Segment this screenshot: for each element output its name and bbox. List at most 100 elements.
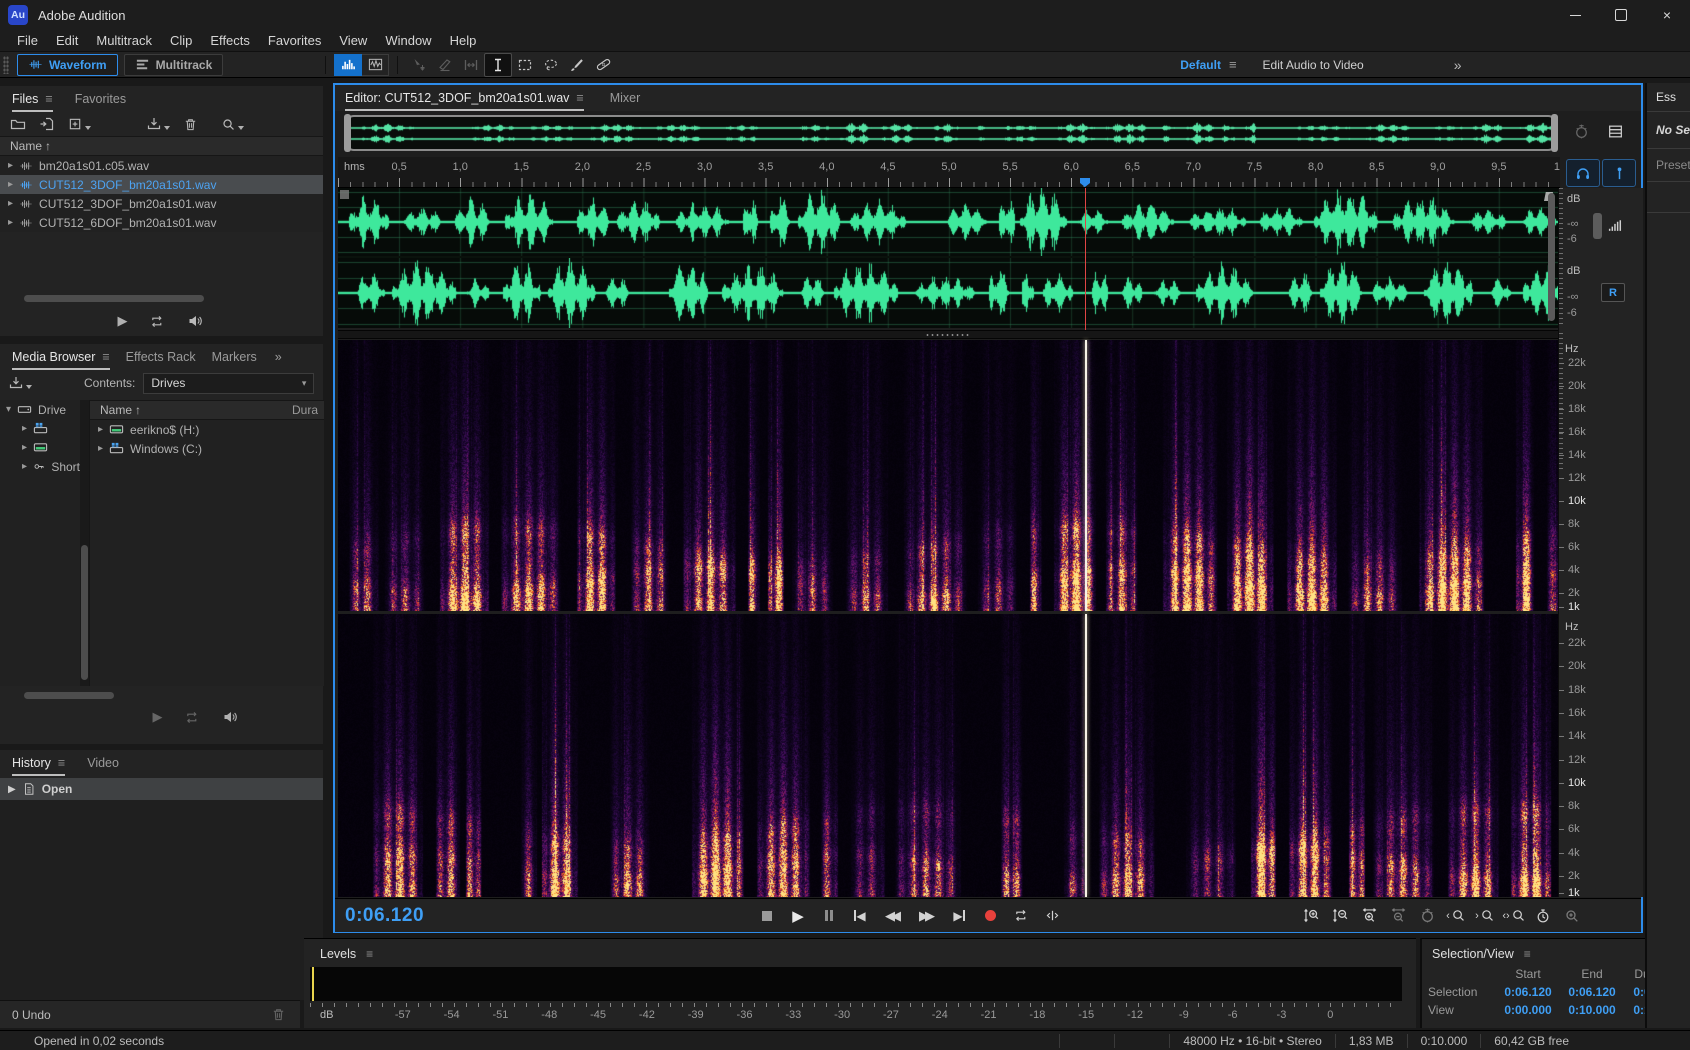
play-button[interactable]: ▶ (785, 905, 811, 927)
preview-play-button[interactable]: ▶ (153, 709, 163, 725)
time-value[interactable]: 0:06.120 (1496, 985, 1560, 999)
playhead-line-spectrogram-2[interactable] (1085, 614, 1087, 897)
pin-playhead-button[interactable] (1602, 159, 1636, 187)
menu-window[interactable]: Window (376, 32, 440, 49)
level-meter-icon[interactable] (1607, 217, 1624, 234)
spectrogram-left-channel[interactable] (338, 340, 1558, 611)
history-item[interactable]: ▶ Open (0, 778, 323, 800)
tab-essential-sound[interactable]: Ess (1647, 83, 1690, 112)
zoom-in-horizontal-button[interactable] (1356, 905, 1382, 927)
menu-file[interactable]: File (8, 32, 47, 49)
workspace-selector[interactable]: Default (1180, 58, 1221, 72)
tab-media-browser[interactable]: Media Browser≡ (12, 350, 110, 370)
zoom-in-at-in-point-button[interactable]: ‹ (1443, 905, 1469, 927)
zoom-in-at-out-point-button[interactable]: › (1472, 905, 1498, 927)
clear-history-button[interactable] (271, 1007, 286, 1022)
right-channel-badge[interactable]: R (1601, 283, 1625, 302)
tree-vscrollbar[interactable] (80, 400, 89, 686)
waveform-vscrollbar-thumb[interactable] (1548, 193, 1555, 321)
time-selection-tool[interactable] (484, 53, 512, 77)
slip-tool[interactable] (458, 54, 484, 76)
menu-multitrack[interactable]: Multitrack (87, 32, 161, 49)
tree-item[interactable]: ▸ (0, 419, 80, 438)
overview-options-icon[interactable] (1607, 123, 1624, 140)
panel-menu-icon[interactable]: ≡ (45, 92, 52, 106)
channel-fader-handle[interactable] (1593, 213, 1602, 239)
tree-item[interactable]: ▸ (0, 438, 80, 457)
tab-editor[interactable]: Editor: CUT512_3DOF_bm20a1s01.wav≡ (345, 91, 584, 111)
overview-zoom-out-icon[interactable] (1573, 123, 1590, 140)
menu-view[interactable]: View (330, 32, 376, 49)
tree-item[interactable]: ▾ Drive (0, 400, 80, 419)
tab-video[interactable]: Video (87, 756, 119, 770)
playhead-line-spectrogram-1[interactable] (1085, 340, 1087, 611)
expand-chevron-icon[interactable]: ▸ (22, 461, 27, 472)
expand-chevron-icon[interactable]: ▸ (98, 424, 103, 435)
workspace-item[interactable]: Edit Audio to Video (1263, 58, 1364, 72)
import-file-button[interactable] (39, 116, 55, 132)
workspace-menu-icon[interactable]: ≡ (1229, 57, 1237, 72)
preview-loop-button[interactable] (150, 314, 165, 329)
time-value[interactable]: 0:00.000 (1496, 1003, 1560, 1017)
drive-row[interactable]: ▸ Windows (C:) (90, 439, 324, 458)
editor-hscrollbar[interactable] (338, 330, 1558, 339)
rewind-button[interactable]: ◀◀ (878, 905, 904, 927)
pause-button[interactable] (816, 905, 842, 927)
preview-autoplay-button[interactable] (187, 313, 203, 329)
menu-help[interactable]: Help (441, 32, 486, 49)
skip-to-start-button[interactable]: ◀ (847, 905, 873, 927)
expand-chevron-icon[interactable]: ▸ (22, 442, 27, 453)
multitrack-view-button[interactable]: Multitrack (124, 54, 224, 76)
fast-forward-button[interactable]: ▶▶ (912, 905, 938, 927)
panel-overflow-icon[interactable]: » (275, 350, 282, 364)
media-name-column-header[interactable]: Name↑ Dura (90, 400, 324, 420)
zoom-in-vertical-button[interactable] (1298, 905, 1324, 927)
new-file-button[interactable] (68, 117, 91, 132)
waveform-overlay-icon[interactable] (340, 190, 349, 199)
zoom-reset-button[interactable] (1414, 905, 1440, 927)
zoom-full-button[interactable] (1559, 905, 1585, 927)
zoom-timer-button[interactable] (1530, 905, 1556, 927)
levels-meter[interactable] (310, 967, 1402, 1001)
paintbrush-selection-tool[interactable] (564, 54, 590, 76)
expand-chevron-icon[interactable]: ▸ (8, 160, 13, 171)
menu-effects[interactable]: Effects (201, 32, 259, 49)
media-import-button[interactable] (8, 375, 32, 391)
time-display[interactable]: 0:06.120 (345, 905, 424, 927)
panel-menu-icon[interactable]: ≡ (576, 91, 583, 105)
expand-chevron-icon[interactable]: ▸ (8, 179, 13, 190)
stop-button[interactable] (754, 905, 780, 927)
drive-row[interactable]: ▸ eerikno$ (H:) (90, 420, 324, 439)
tab-history[interactable]: History≡ (12, 756, 65, 776)
monitor-headphones-button[interactable] (1566, 159, 1600, 187)
expand-chevron-icon[interactable]: ▸ (8, 198, 13, 209)
waveform-display-toggle[interactable] (362, 54, 389, 76)
preview-play-button[interactable]: ▶ (118, 313, 128, 329)
loop-playback-button[interactable] (1008, 905, 1034, 927)
expand-chevron-icon[interactable]: ▸ (98, 443, 103, 454)
file-row[interactable]: ▸ CUT512_6DOF_bm20a1s01.wav (0, 213, 323, 232)
files-hscrollbar[interactable] (24, 295, 204, 302)
lasso-selection-tool[interactable] (538, 54, 564, 76)
toolbar-grip[interactable] (3, 56, 9, 74)
waveform-left-channel[interactable] (338, 188, 1558, 256)
media-browser-hscrollbar[interactable] (24, 692, 114, 699)
waveform-view-button[interactable]: Waveform (17, 54, 118, 76)
scrollbar-grip-icon[interactable] (925, 333, 971, 337)
marquee-selection-tool[interactable] (512, 54, 538, 76)
maximize-button[interactable] (1598, 0, 1644, 30)
waveform-right-channel[interactable] (338, 258, 1558, 328)
tab-effects-rack[interactable]: Effects Rack (126, 350, 196, 364)
razor-tool[interactable] (432, 54, 458, 76)
file-row[interactable]: ▸ bm20a1s01.c05.wav (0, 156, 323, 175)
zoom-to-selection-button[interactable]: ‹› (1501, 905, 1527, 927)
tab-mixer[interactable]: Mixer (610, 91, 641, 105)
move-playhead-button[interactable] (1039, 905, 1065, 927)
overview-right-handle[interactable] (1551, 114, 1558, 152)
tree-item[interactable]: ▸ Short (0, 457, 80, 476)
file-row[interactable]: ▸ CUT512_3DOF_bm20a1s01.wav (0, 175, 323, 194)
minimize-button[interactable] (1552, 0, 1598, 30)
zoom-out-vertical-button[interactable] (1327, 905, 1353, 927)
preview-autoplay-button[interactable] (222, 709, 238, 725)
expand-chevron-icon[interactable]: ▸ (8, 217, 13, 228)
